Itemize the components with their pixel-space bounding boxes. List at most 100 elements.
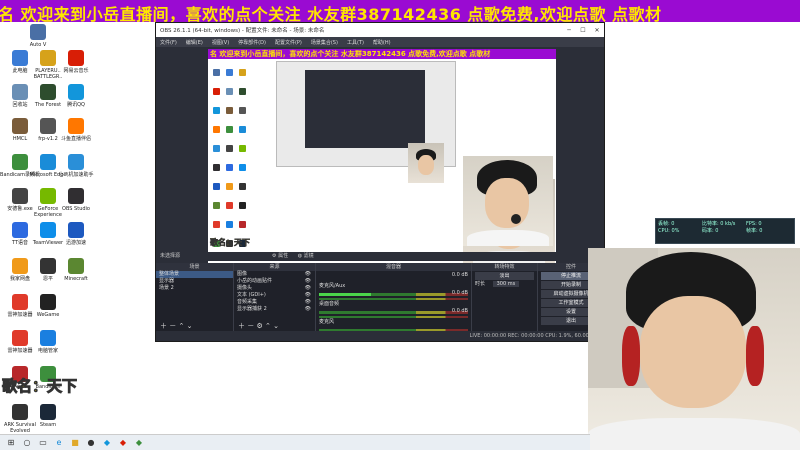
gear-icon[interactable]: ⚙ [272, 253, 276, 259]
obs-taskbar-icon[interactable]: ● [84, 437, 98, 449]
preview-app-icon [226, 164, 233, 171]
source-item[interactable]: 文本 (GDI+) 👁 [234, 292, 315, 299]
visibility-icon[interactable]: 👁 [305, 271, 311, 278]
app-taskbar-icon[interactable]: ◆ [100, 437, 114, 449]
transitions-dock: 转场特效 淡出 时长 300 ms [472, 263, 538, 331]
desktop-icon[interactable]: 小飞机加速助手 [56, 154, 96, 178]
app-icon [68, 188, 84, 204]
folder-icon[interactable]: ■ [68, 437, 82, 449]
no-source-label: 未选择源 [160, 253, 181, 259]
gear-icon[interactable]: ⚙ [256, 322, 262, 330]
down-icon[interactable]: ⌄ [273, 322, 279, 330]
desktop-icon-label: 斗鱼直播伴侣 [60, 136, 91, 142]
duration-row: 时长 300 ms [472, 281, 537, 288]
menu-item[interactable]: 工具(T) [347, 39, 364, 46]
visibility-icon[interactable]: 👁 [305, 292, 311, 299]
app-icon [12, 188, 28, 204]
song-label: 歌名：天下 [1, 377, 78, 396]
source-toolbar: 未选择源 ⚙ 属性 ◍ 滤镜 [156, 252, 604, 261]
add-icon[interactable]: ＋ [160, 322, 167, 330]
source-item[interactable]: 小岳的动画贴件 👁 [234, 278, 315, 285]
minimize-icon[interactable]: ─ [562, 27, 576, 34]
desktop-icon[interactable]: 网易云音乐 [56, 50, 96, 74]
source-item[interactable]: 音频采集 👁 [234, 299, 315, 306]
app-taskbar-icon[interactable]: ◆ [132, 437, 146, 449]
app-icon [40, 330, 56, 346]
desktop-icon[interactable]: 电脑管家 [28, 330, 68, 354]
up-icon[interactable]: ⌃ [178, 322, 184, 330]
filter-icon[interactable]: ◍ [298, 253, 302, 259]
menu-item[interactable]: 帮助(H) [373, 39, 391, 46]
menu-item[interactable]: 配置文件(P) [275, 39, 302, 46]
search-icon[interactable]: ○ [20, 437, 34, 449]
mixer-dock: 混音器 麦克风/Aux 0.0 dB 桌面音频 0.0 dB 麦克风 0.0 dB [316, 263, 472, 336]
menu-item[interactable]: 停靠部件(D) [238, 39, 266, 46]
stat-value: FPS: 0 [746, 221, 762, 227]
down-icon[interactable]: ⌄ [187, 322, 193, 330]
remove-icon[interactable]: － [169, 322, 176, 330]
source-item[interactable]: 显示器捕获 2 👁 [234, 306, 315, 313]
preview-app-icon [213, 221, 220, 228]
close-icon[interactable]: ✕ [590, 27, 604, 34]
desktop-icon[interactable]: WeGame [28, 294, 68, 318]
properties-button[interactable]: 属性 [278, 253, 288, 259]
transition-select[interactable]: 淡出 [475, 272, 534, 280]
preview-song-label: 歌名：天下 [210, 238, 251, 248]
obs-menu-bar: 文件(F) 编辑(E) 视图(V) 停靠部件(D) 配置文件(P) 场景集合(S) 工具(T… [156, 37, 604, 47]
remove-icon[interactable]: － [247, 322, 254, 330]
visibility-icon[interactable]: 👁 [305, 299, 311, 306]
scene-item[interactable]: 整体场景 [156, 271, 233, 278]
desktop-icon[interactable]: Minecraft [56, 258, 96, 282]
scene-item[interactable]: 显示器 [156, 278, 233, 285]
preview-app-icon [239, 202, 246, 209]
menu-item[interactable]: 文件(F) [160, 39, 177, 46]
desktop-icon[interactable]: Steam [28, 404, 68, 428]
desktop-icon[interactable]: OBS Studio [56, 188, 96, 212]
app-icon [12, 154, 28, 170]
preview-app-icon [213, 126, 220, 133]
sources-header: 来源 [234, 263, 315, 271]
preview-app-icon [239, 221, 246, 228]
source-item[interactable]: 图像 👁 [234, 271, 315, 278]
preview-app-icon [239, 69, 246, 76]
duration-input[interactable]: 300 ms [492, 281, 520, 287]
source-item-label: 小岳的动画贴件 [237, 278, 273, 284]
visibility-icon[interactable]: 👁 [305, 285, 311, 292]
windows-start-icon[interactable]: ⊞ [4, 437, 18, 449]
add-icon[interactable]: ＋ [238, 322, 245, 330]
mixer-channel-db: 0.0 dB [451, 290, 468, 296]
edge-icon[interactable]: e [52, 437, 66, 449]
maximize-icon[interactable]: ☐ [576, 27, 590, 34]
taskbar: ⊞ ○ ▭ e ■ ● ◆ ◆ ◆ [0, 434, 590, 450]
app-icon [40, 222, 56, 238]
desktop-icon[interactable]: 迅游加速 [56, 222, 96, 246]
app-icon [40, 50, 56, 66]
visibility-icon[interactable]: 👁 [305, 278, 311, 285]
app-icon [12, 404, 28, 420]
source-item[interactable]: 摄像头 👁 [234, 285, 315, 292]
menu-item[interactable]: 编辑(E) [186, 39, 203, 46]
menu-item[interactable]: 场景集合(S) [311, 39, 338, 46]
desktop-icon[interactable]: Auto V [18, 24, 58, 48]
desktop-icon[interactable]: 斗鱼直播伴侣 [56, 118, 96, 142]
mixer-header: 混音器 [316, 263, 471, 271]
app-taskbar-icon[interactable]: ◆ [116, 437, 130, 449]
mixer-channel-name: 桌面音频 [319, 301, 340, 307]
obs-title-bar[interactable]: OBS 26.1.1 (64-bit, windows) - 配置文件: 未命名… [156, 23, 604, 37]
obs-docks: 场景 整体场景 显示器 场景 2 ＋ － ⌃ ⌄ 来源 图像 👁 小岳的动画贴件 👁 摄像头… [156, 263, 604, 336]
stat-value: 丢帧: 0 [658, 221, 675, 227]
obs-status-bar: LIVE: 00:00:00 REC: 00:00:00 CPU: 1.9%, … [156, 331, 604, 341]
preview-app-icon [213, 107, 220, 114]
up-icon[interactable]: ⌃ [265, 322, 271, 330]
preview-app-icon [239, 164, 246, 171]
app-icon [68, 258, 84, 274]
desktop-icon[interactable]: 腾讯QQ [56, 84, 96, 108]
menu-item[interactable]: 视图(V) [212, 39, 229, 46]
scene-item[interactable]: 场景 2 [156, 285, 233, 292]
preview-app-icon [239, 145, 246, 152]
task-view-icon[interactable]: ▭ [36, 437, 50, 449]
desktop-icon-label: 小飞机加速助手 [58, 172, 94, 178]
filters-button[interactable]: 滤镜 [304, 253, 314, 259]
preview-app-icon [226, 202, 233, 209]
visibility-icon[interactable]: 👁 [305, 306, 311, 313]
